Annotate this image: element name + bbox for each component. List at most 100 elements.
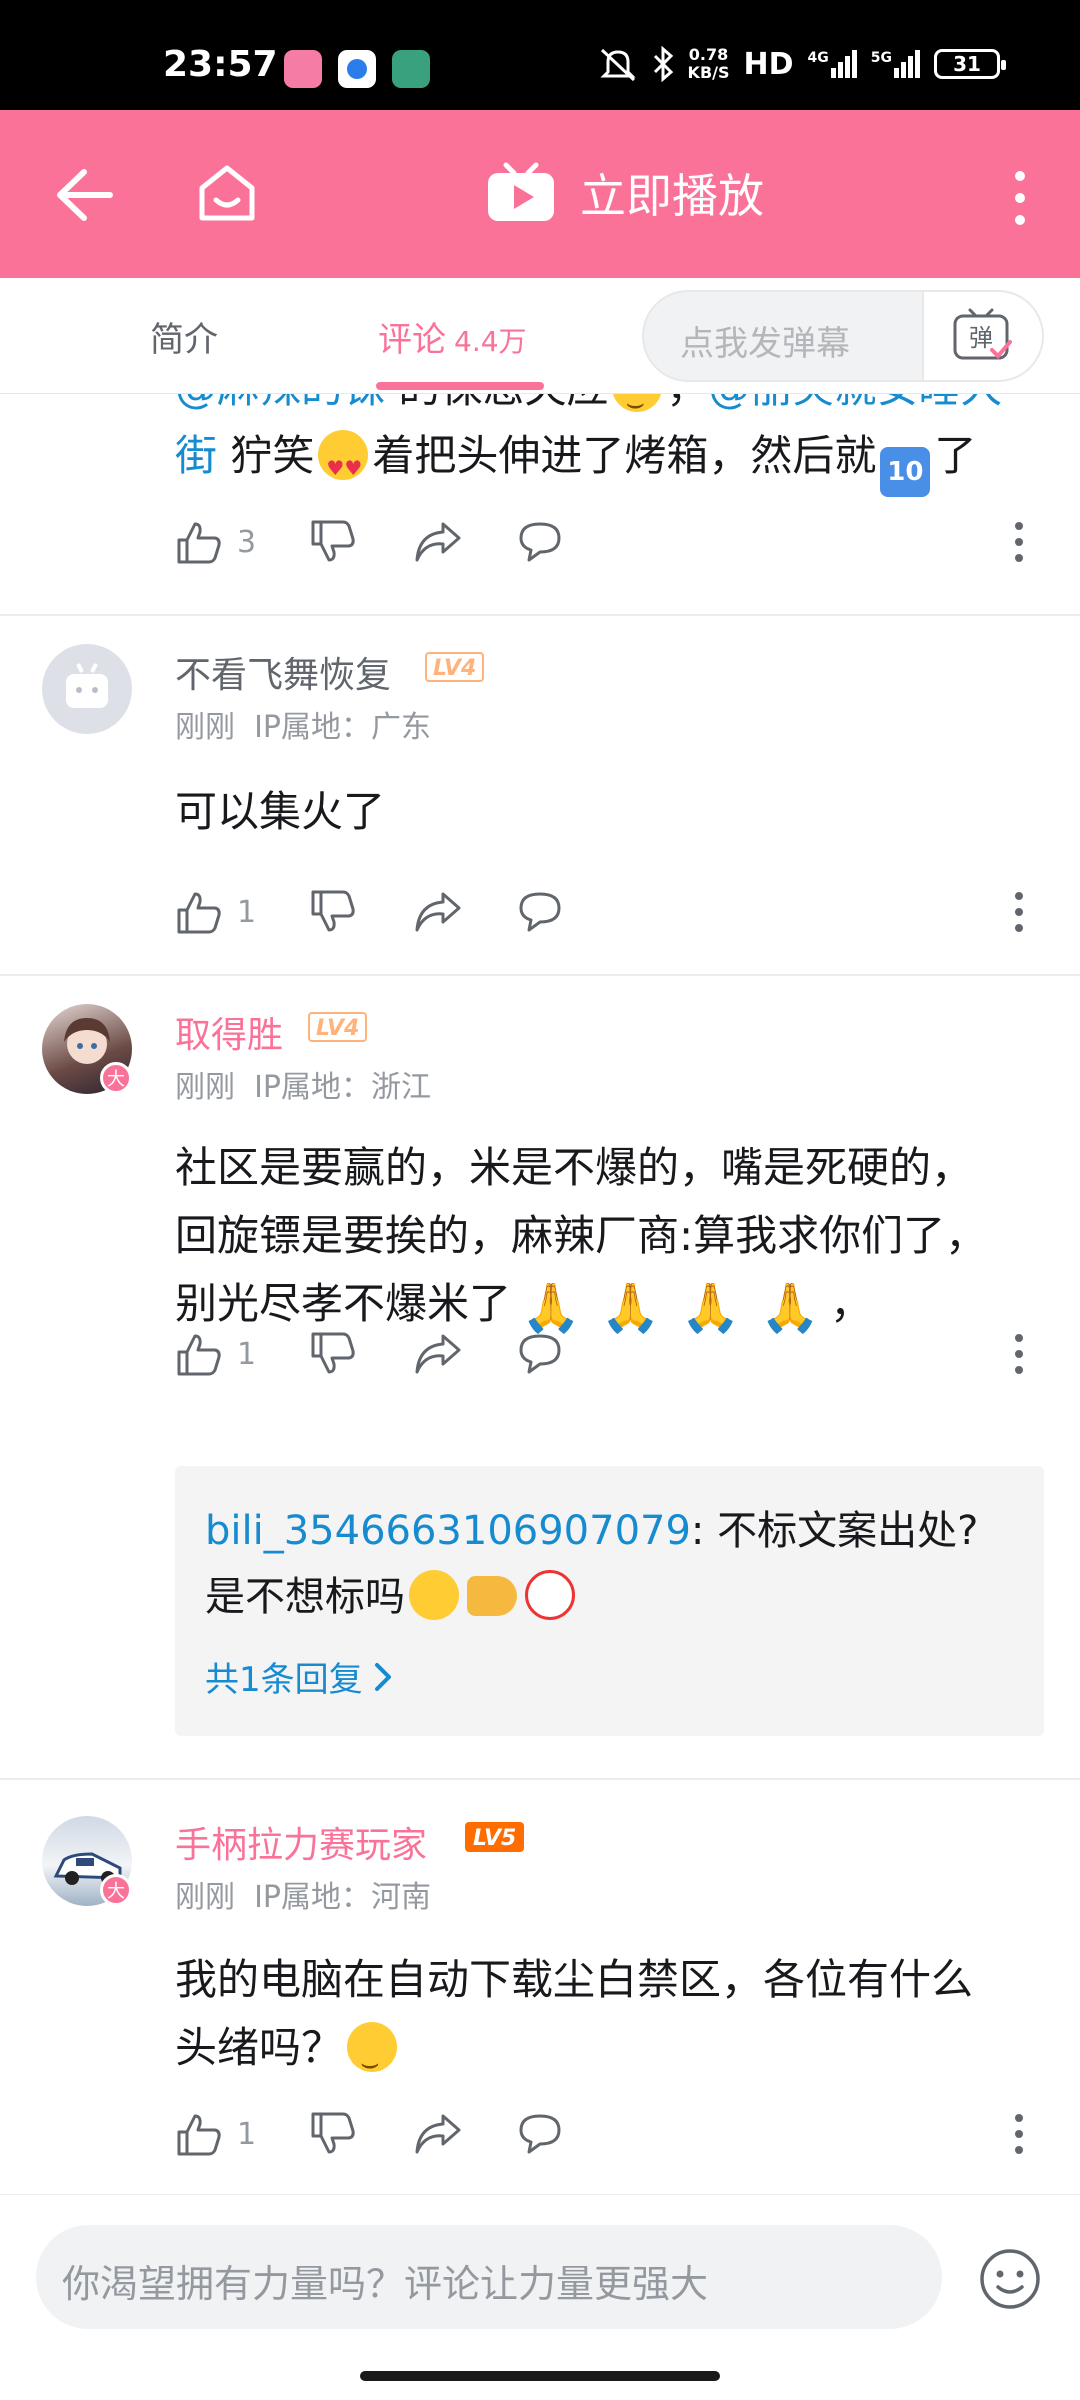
comment-more-button[interactable] — [1013, 2106, 1025, 2162]
comment-item: 大 取得胜 LV4 刚刚 IP属地：浙江 社区是要赢的，米是不爆的，嘴是死硬的，… — [0, 976, 1080, 1780]
emoji-picker-icon[interactable] — [978, 2247, 1042, 2311]
dislike-button[interactable] — [309, 514, 357, 570]
chevron-right-icon — [374, 1662, 391, 1691]
share-arrow-icon — [415, 892, 461, 932]
browser-app-icon — [338, 50, 376, 88]
thumbs-down-icon — [311, 890, 355, 932]
share-button[interactable] — [413, 2106, 463, 2162]
chat-bubble-icon — [519, 522, 561, 562]
comment-input[interactable]: 你渴望拥有力量吗？评论让力量更强大 — [36, 2225, 942, 2329]
tab-intro[interactable]: 简介 — [150, 312, 218, 361]
reply-button[interactable] — [515, 514, 565, 570]
like-button[interactable]: 1 — [175, 884, 256, 940]
like-count: 3 — [237, 524, 257, 560]
more-menu-icon[interactable] — [1010, 170, 1030, 226]
home-indicator[interactable] — [360, 2371, 720, 2381]
comment-meta: 刚刚 IP属地：浙江 — [175, 1070, 432, 1105]
chat-bubble-icon — [519, 2114, 561, 2154]
dislike-button[interactable] — [309, 2106, 357, 2162]
comment-item: @麻辣的铢 的保态失应，@丽笑就安睡大 街 狞笑着把头伸进了烤箱，然后就10了 … — [0, 394, 1080, 616]
bilibili-app-icon — [284, 50, 322, 88]
username[interactable]: 不看飞舞恢复 — [175, 646, 391, 698]
keycap-ten-emoji-icon: 10 — [880, 447, 931, 497]
shield-app-icon — [392, 50, 430, 88]
back-arrow-icon[interactable] — [54, 168, 114, 222]
like-button[interactable]: 1 — [175, 2106, 256, 2162]
vertical-dots-icon — [1015, 1334, 1023, 1374]
danmaku-tv-icon: 弹 — [953, 308, 1012, 360]
comment-input-placeholder: 你渴望拥有力量吗？评论让力量更强大 — [62, 2262, 709, 2306]
network-speed: 0.78 KB/S — [687, 45, 730, 82]
video-header: 立即播放 — [0, 110, 1080, 278]
view-replies-link[interactable]: 共1条回复 — [205, 1652, 393, 1701]
status-indicators: 0.78 KB/S HD 4G 5G 31 — [598, 45, 1006, 82]
comment-feed[interactable]: @麻辣的铢 的保态失应，@丽笑就安睡大 街 狞笑着把头伸进了烤箱，然后就10了 … — [0, 394, 1080, 2194]
share-arrow-icon — [415, 522, 461, 562]
home-icon[interactable] — [196, 162, 258, 224]
comment-more-button[interactable] — [1013, 514, 1025, 570]
reply-button[interactable] — [515, 884, 565, 940]
danmaku-input[interactable]: 点我发弹幕 弹 — [642, 290, 1044, 382]
comment-actions: 1 — [175, 1326, 1055, 1386]
vertical-dots-icon — [1015, 2114, 1023, 2154]
emoji-icon — [612, 394, 663, 438]
reply-button[interactable] — [515, 2106, 565, 2162]
like-button[interactable]: 1 — [175, 1326, 256, 1382]
bluetooth-icon — [653, 46, 673, 82]
battery-icon: 31 — [934, 49, 1006, 79]
signal-4g: 4G — [808, 50, 857, 78]
tab-comments-label: 评论 — [378, 320, 446, 360]
signal-5g: 5G — [871, 50, 920, 78]
level-badge: LV4 — [308, 1012, 368, 1042]
comment-item: 大 手柄拉力赛玩家 LV5 刚刚 IP属地：河南 我的电脑在自动下载尘白禁区，各… — [0, 1780, 1080, 2194]
comment-item: 不看飞舞恢复 LV4 刚刚 IP属地：广东 可以集火了 1 — [0, 616, 1080, 976]
mention-link[interactable]: @麻辣的铢 — [175, 394, 385, 412]
reply-button[interactable] — [515, 1326, 565, 1382]
mute-bell-icon — [599, 48, 636, 82]
status-time: 23:57 — [163, 44, 278, 85]
comment-more-button[interactable] — [1013, 884, 1025, 940]
level-badge: LV4 — [425, 652, 485, 682]
reply-preview-box[interactable]: bili_3546663106907079: 不标文案出处? 是不想标吗 共1条… — [175, 1466, 1044, 1736]
mention-link[interactable]: 街 — [175, 431, 217, 480]
mention-link[interactable]: @丽笑就安睡大 — [708, 394, 1002, 412]
share-button[interactable] — [413, 884, 463, 940]
comment-composer-bar: 你渴望拥有力量吗？评论让力量更强大 — [0, 2194, 1080, 2400]
reply-username[interactable]: bili_3546663106907079 — [205, 1508, 691, 1554]
heart-eyes-emoji-icon — [318, 430, 369, 502]
tab-bar: 简介 评论 4.4万 点我发弹幕 弹 — [0, 278, 1080, 394]
comment-more-button[interactable] — [1013, 1326, 1025, 1382]
play-now-label: 立即播放 — [580, 169, 764, 223]
like-button[interactable]: 3 — [175, 514, 256, 570]
username[interactable]: 取得胜 — [175, 1006, 283, 1058]
yum-face-emoji-icon — [347, 2022, 398, 2098]
default-avatar-tv-icon — [66, 663, 108, 708]
comment-actions: 1 — [175, 2106, 1055, 2166]
thumbs-down-icon — [311, 2112, 355, 2154]
thumbs-up-icon — [177, 522, 221, 564]
danmaku-placeholder: 点我发弹幕 — [680, 324, 850, 364]
play-now-button[interactable]: 立即播放 — [486, 160, 764, 226]
tab-comments-count: 4.4万 — [454, 325, 527, 358]
avatar[interactable] — [42, 644, 132, 734]
level-badge: LV5 — [465, 1822, 525, 1852]
dislike-button[interactable] — [309, 1326, 357, 1382]
vip-badge: 大 — [100, 1062, 132, 1094]
danmaku-toggle-button[interactable]: 弹 — [922, 292, 1042, 380]
vip-badge: 大 — [100, 1874, 132, 1906]
thumbs-down-icon — [311, 1332, 355, 1374]
tab-comments[interactable]: 评论 4.4万 — [378, 312, 527, 361]
comment-meta: 刚刚 IP属地：河南 — [175, 1880, 432, 1915]
share-button[interactable] — [413, 514, 463, 570]
dislike-button[interactable] — [309, 884, 357, 940]
vertical-dots-icon — [1015, 892, 1023, 932]
vertical-dots-icon — [1015, 522, 1023, 562]
username[interactable]: 手柄拉力赛玩家 — [175, 1816, 427, 1868]
share-arrow-icon — [415, 1334, 461, 1374]
svg-text:弹: 弹 — [969, 324, 993, 352]
comment-text: 我的电脑在自动下载尘白禁区，各位有什么 头绪吗？ — [175, 1946, 1055, 2098]
active-tab-indicator — [376, 382, 544, 390]
thumbs-up-icon — [177, 1334, 221, 1376]
comment-text: @麻辣的铢 的保态失应，@丽笑就安睡大 街 狞笑着把头伸进了烤箱，然后就10了 — [175, 394, 1055, 502]
share-button[interactable] — [413, 1326, 463, 1382]
